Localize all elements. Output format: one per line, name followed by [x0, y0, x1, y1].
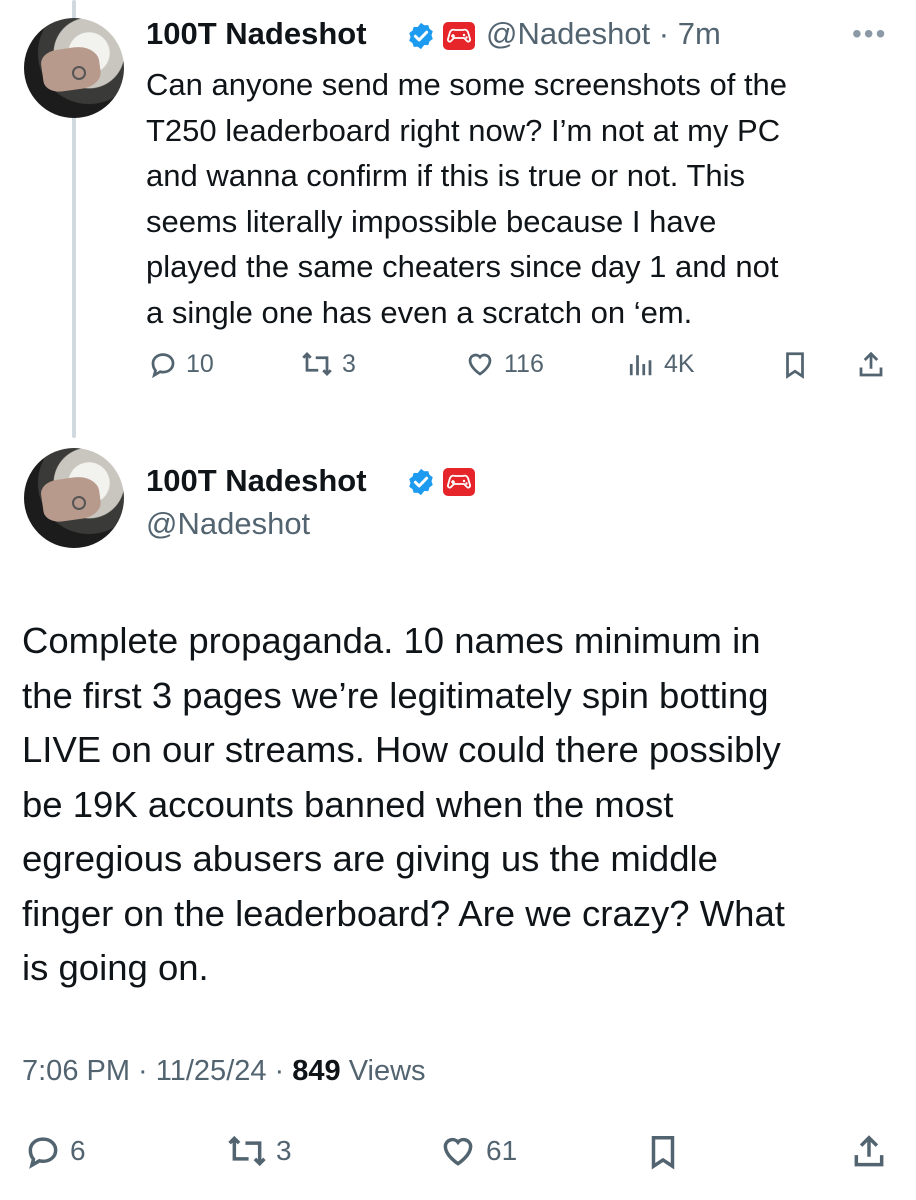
reply-button[interactable]: 6 — [24, 1132, 86, 1170]
bookmark-button[interactable] — [780, 349, 810, 381]
like-button[interactable]: 116 — [464, 349, 544, 379]
share-icon — [854, 1135, 884, 1167]
handle-and-time[interactable]: @Nadeshot · 7m — [486, 16, 721, 52]
display-name[interactable]: 100T Nadeshot — [146, 463, 367, 499]
share-icon — [859, 351, 883, 377]
bookmark-icon — [786, 352, 804, 379]
view-count: 849 — [292, 1055, 341, 1087]
heart-icon — [443, 1137, 473, 1166]
avatar[interactable] — [24, 448, 124, 548]
tweet-metadata: 7:06 PM · 11/25/24 · 849 Views — [22, 1055, 426, 1088]
handle[interactable]: @Nadeshot — [146, 506, 310, 542]
reply-count: 6 — [70, 1135, 86, 1166]
bookmark-icon — [651, 1136, 675, 1170]
views-button[interactable]: 4K — [624, 349, 695, 379]
reply-count: 10 — [186, 349, 214, 378]
repost-count: 3 — [342, 349, 356, 378]
tweet-text: Complete propaganda. 10 names minimum in… — [22, 620, 785, 988]
verified-badge-icon — [409, 22, 433, 50]
heart-icon — [468, 353, 492, 376]
share-button[interactable] — [856, 349, 886, 381]
verified-badge-icon — [409, 468, 433, 496]
view-count: 4K — [664, 349, 695, 378]
bookmark-button[interactable] — [644, 1132, 682, 1172]
repost-button[interactable]: 3 — [300, 349, 356, 379]
reply-icon — [28, 1137, 58, 1169]
tweet-text: Can anyone send me some screenshots of t… — [146, 67, 788, 330]
like-button[interactable]: 61 — [438, 1132, 517, 1170]
post-time: 7m — [677, 16, 721, 51]
gamepad-badge-icon — [443, 468, 475, 496]
gamepad-badge-icon — [443, 22, 475, 50]
reply-icon — [151, 353, 175, 379]
repost-icon — [228, 1135, 266, 1167]
repost-button[interactable]: 3 — [226, 1132, 292, 1170]
handle: @Nadeshot — [486, 16, 651, 51]
like-count: 61 — [486, 1135, 518, 1166]
timestamp: 7:06 PM · 11/25/24 · — [22, 1055, 293, 1087]
share-button[interactable] — [850, 1132, 888, 1172]
repost-count: 3 — [276, 1135, 292, 1166]
display-name[interactable]: 100T Nadeshot — [146, 16, 367, 52]
views-label: Views — [340, 1055, 426, 1087]
reply-button[interactable]: 10 — [148, 349, 214, 379]
like-count: 116 — [504, 349, 544, 378]
views-icon — [629, 355, 652, 376]
repost-icon — [302, 352, 332, 376]
more-icon[interactable]: ••• — [852, 18, 887, 50]
avatar[interactable] — [24, 18, 124, 118]
